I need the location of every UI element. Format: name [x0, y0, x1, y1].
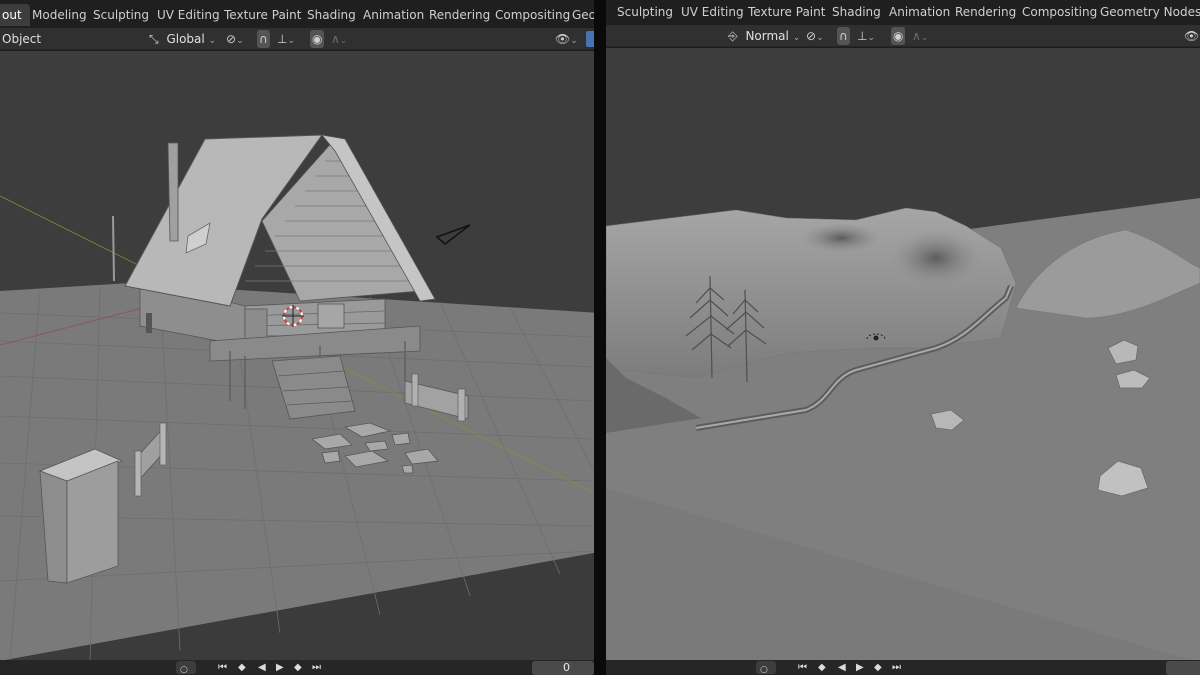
play-button[interactable]: ▶ [276, 661, 284, 674]
play-reverse-icon: ◀ [258, 662, 266, 673]
next-keyframe-icon: ◆ [294, 662, 302, 673]
jump-start-icon: ⏮ [798, 662, 807, 673]
pivot-point-icon: ⊘ [806, 29, 817, 43]
snap-increment-icon: ⊥ [277, 32, 288, 46]
overlay-toggle-button[interactable] [586, 31, 594, 47]
orientation-label: Global [166, 32, 205, 46]
timeline-footer: ○ ⏮ ◆ ◀ ▶ ◆ ⏭ 0 [0, 660, 594, 675]
keying-dropdown[interactable]: ○ [176, 661, 196, 675]
3d-viewport-terrain[interactable] [606, 48, 1200, 663]
tab-sculpting[interactable]: Sculpting [609, 1, 681, 23]
right-editor-pane: Sculpting UV Editing Texture Paint Shadi… [606, 0, 1200, 675]
play-button[interactable]: ▶ [856, 661, 864, 674]
prev-keyframe-icon: ◆ [818, 662, 826, 673]
falloff-curve-icon: ∧ [912, 29, 921, 43]
eye-visibility-icon: 👁 [1184, 29, 1200, 43]
falloff-dropdown[interactable]: ∧⌄ [331, 30, 347, 48]
tab-geometry-nodes[interactable]: Geo [564, 4, 594, 26]
proportional-edit-toggle[interactable]: ◉ [310, 30, 325, 48]
play-reverse-button[interactable]: ◀ [838, 661, 846, 674]
next-keyframe-button[interactable]: ◆ [874, 661, 882, 674]
left-editor-pane: out Modeling Sculpting UV Editing Textur… [0, 0, 594, 675]
proportional-edit-icon: ◉ [310, 30, 325, 48]
terrain-scene [606, 48, 1200, 663]
prev-keyframe-button[interactable]: ◆ [238, 661, 246, 674]
jump-start-icon: ⏮ [218, 662, 227, 673]
chevron-down-icon: ⌄ [792, 33, 801, 43]
chevron-down-icon: ⌄ [867, 33, 875, 43]
timeline-footer: ○ ⏮ ◆ ◀ ▶ ◆ ⏭ [606, 660, 1200, 675]
jump-start-button[interactable]: ⏮ [798, 661, 807, 674]
pivot-point-dropdown[interactable]: ⊘⌄ [806, 27, 824, 45]
chevron-down-icon: ⌄ [236, 36, 244, 46]
viewport-header: ⎆ Normal ⌄ ⊘⌄ ∩ ⊥⌄ ◉ ∧⌄ 👁 [606, 25, 1200, 47]
prev-keyframe-icon: ◆ [238, 662, 246, 673]
workspace-tab-bar: out Modeling Sculpting UV Editing Textur… [0, 0, 594, 28]
orientation-label: Normal [745, 29, 789, 43]
transform-orientation-dropdown[interactable]: ⤡ Global ⌄ [149, 30, 216, 48]
transform-orientation-icon: ⎆ [728, 29, 738, 43]
viewport-header: Object ⤡ Global ⌄ ⊘⌄ ∩ ⊥⌄ ◉ ∧⌄ 👁⌄ [0, 28, 594, 50]
next-keyframe-icon: ◆ [874, 662, 882, 673]
workspace-tab-bar: Sculpting UV Editing Texture Paint Shadi… [606, 0, 1200, 26]
object-menu[interactable]: Object [2, 30, 41, 48]
tab-shading[interactable]: Shading [824, 1, 889, 23]
jump-end-icon: ⏭ [892, 662, 901, 673]
chevron-down-icon: ⌄ [208, 36, 217, 46]
jump-start-button[interactable]: ⏮ [218, 661, 227, 674]
snap-target-dropdown[interactable]: ⊥⌄ [857, 27, 875, 45]
current-frame-field[interactable]: 0 [532, 661, 594, 675]
chevron-down-icon: ⌄ [920, 33, 929, 43]
house-scene [0, 51, 594, 662]
jump-end-button[interactable]: ⏭ [892, 661, 901, 674]
bare-tree [112, 215, 115, 282]
record-icon: ○ [180, 665, 188, 675]
tab-texture-paint[interactable]: Texture Paint [740, 1, 833, 23]
snap-magnet-icon: ∩ [837, 27, 850, 45]
snap-target-dropdown[interactable]: ⊥⌄ [277, 30, 295, 48]
tab-geometry-nodes[interactable]: Geometry Nodes [1092, 1, 1200, 23]
tab-texture-paint[interactable]: Texture Paint [216, 4, 309, 26]
play-icon: ▶ [276, 662, 284, 673]
tab-sculpting[interactable]: Sculpting [85, 4, 157, 26]
pivot-point-icon: ⊘ [226, 32, 237, 46]
snap-toggle[interactable]: ∩ [837, 27, 850, 45]
falloff-dropdown[interactable]: ∧⌄ [912, 27, 928, 45]
outhouse-box [38, 448, 124, 584]
snap-toggle[interactable]: ∩ [257, 30, 270, 48]
current-frame-field[interactable] [1166, 661, 1200, 675]
play-reverse-icon: ◀ [838, 662, 846, 673]
visibility-dropdown[interactable]: 👁 [1184, 27, 1199, 45]
record-icon: ○ [760, 665, 768, 675]
chevron-down-icon: ⌄ [570, 36, 578, 46]
prev-keyframe-button[interactable]: ◆ [818, 661, 826, 674]
tab-rendering[interactable]: Rendering [947, 1, 1024, 23]
transform-orientation-dropdown[interactable]: ⎆ Normal ⌄ [728, 27, 800, 45]
visibility-dropdown[interactable]: 👁⌄ [555, 30, 578, 48]
3d-viewport-house[interactable] [0, 51, 594, 662]
play-icon: ▶ [856, 662, 864, 673]
transform-orientation-icon: ⤡ [149, 32, 159, 46]
play-reverse-button[interactable]: ◀ [258, 661, 266, 674]
next-keyframe-button[interactable]: ◆ [294, 661, 302, 674]
pane-divider [594, 0, 606, 675]
tab-modeling[interactable]: Modeling [24, 4, 95, 26]
falloff-curve-icon: ∧ [331, 32, 340, 46]
jump-end-icon: ⏭ [312, 662, 321, 673]
chevron-down-icon: ⌄ [339, 36, 348, 46]
keying-dropdown[interactable]: ○ [756, 661, 776, 675]
snap-increment-icon: ⊥ [857, 29, 868, 43]
proportional-edit-icon: ◉ [891, 27, 906, 45]
chevron-down-icon: ⌄ [816, 33, 824, 43]
jump-end-button[interactable]: ⏭ [312, 661, 321, 674]
eye-visibility-icon: 👁 [555, 32, 571, 46]
chimney [167, 142, 179, 242]
snap-magnet-icon: ∩ [257, 30, 270, 48]
proportional-edit-toggle[interactable]: ◉ [891, 27, 906, 45]
pivot-point-dropdown[interactable]: ⊘⌄ [226, 30, 244, 48]
chevron-down-icon: ⌄ [287, 36, 295, 46]
